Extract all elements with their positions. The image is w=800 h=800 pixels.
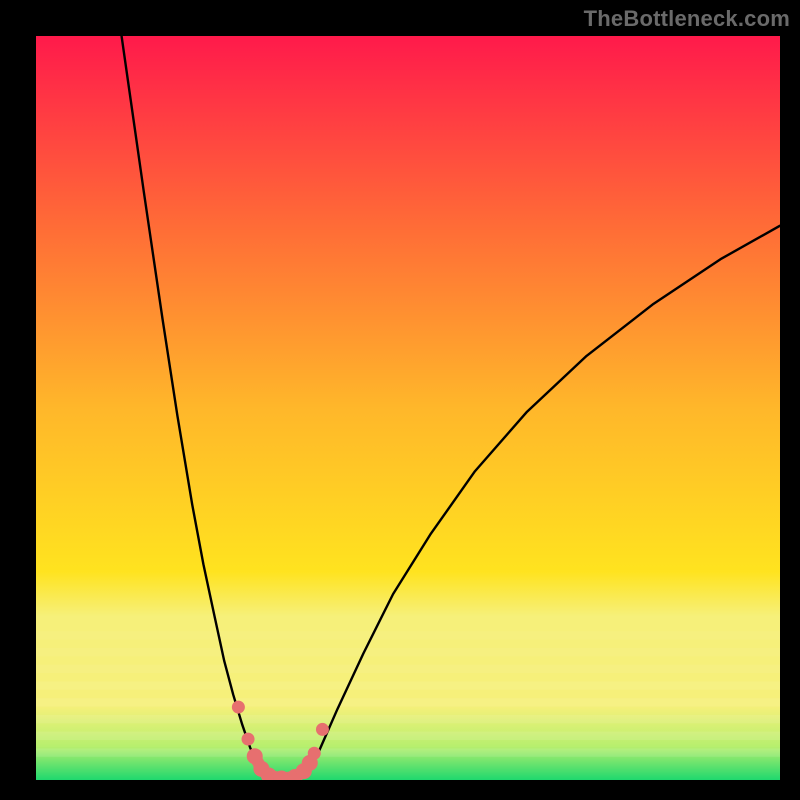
plot-area	[36, 36, 780, 780]
background-band	[36, 732, 780, 740]
data-point	[316, 723, 329, 736]
background-band	[36, 698, 780, 706]
chart-frame: TheBottleneck.com	[0, 0, 800, 800]
data-point	[242, 733, 255, 746]
data-point	[232, 701, 245, 714]
background-band	[36, 648, 780, 656]
background-band	[36, 631, 780, 639]
plot-svg	[36, 36, 780, 780]
background-band	[36, 681, 780, 689]
background-band	[36, 748, 780, 756]
data-point	[308, 747, 321, 760]
background-band	[36, 715, 780, 723]
background-band	[36, 665, 780, 673]
watermark-text: TheBottleneck.com	[584, 6, 790, 32]
